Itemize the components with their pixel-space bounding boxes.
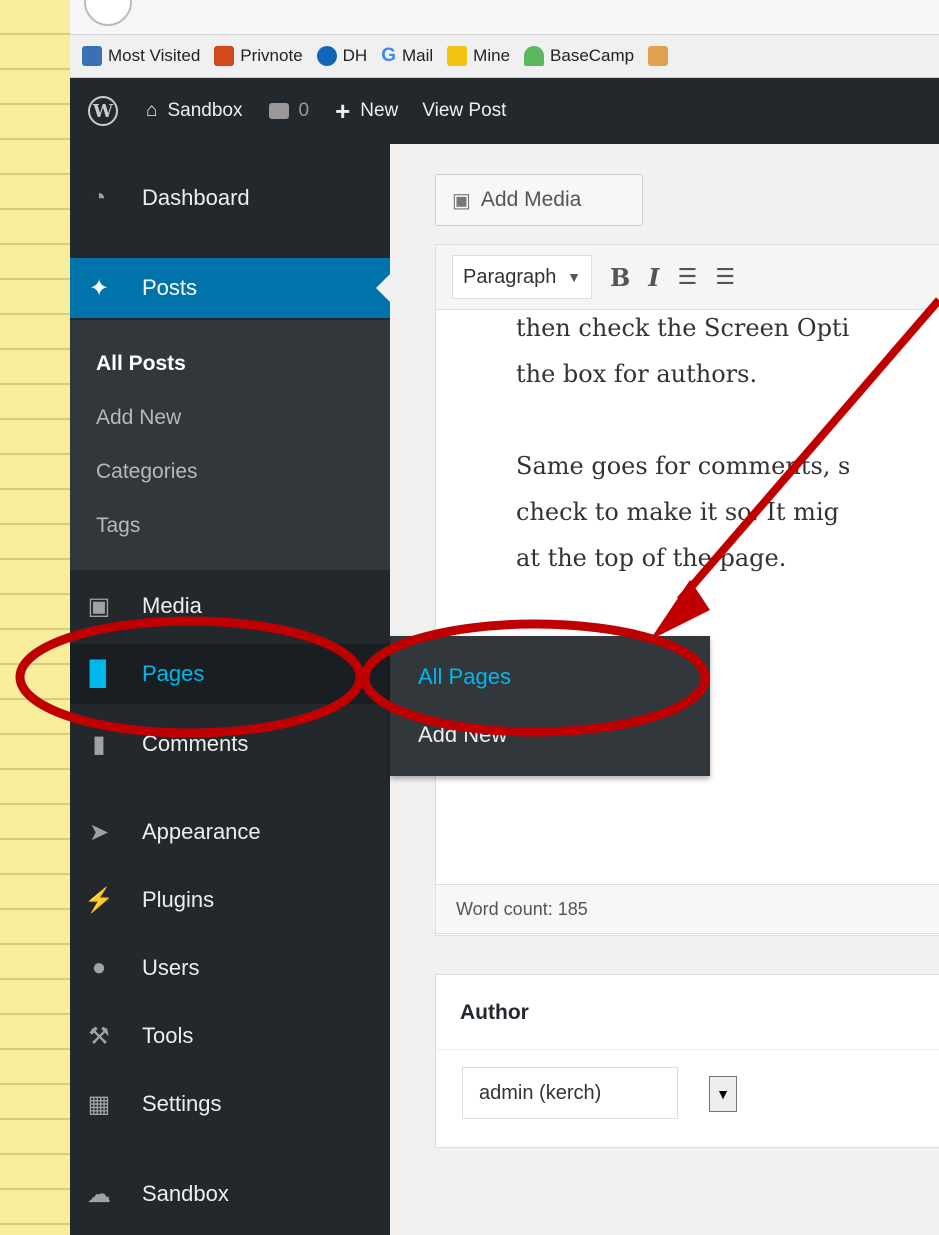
divider (436, 1049, 939, 1050)
flyout-all-pages[interactable]: All Pages (418, 664, 511, 690)
bookmark-mail[interactable]: G Mail (381, 45, 433, 67)
sidebar-item-dashboard[interactable]: ◔ Dashboard (70, 168, 390, 228)
chevron-down-icon[interactable]: ▼ (709, 1076, 737, 1112)
comments-menu[interactable]: 0 (268, 100, 309, 122)
submenu-add-new-post[interactable]: Add New (96, 406, 181, 430)
editor-line: the box for authors. (516, 360, 758, 388)
bold-button[interactable]: B (610, 263, 630, 292)
view-post-link[interactable]: View Post (422, 100, 506, 122)
sidebar-item-sandbox[interactable]: ☁ Sandbox (70, 1164, 390, 1224)
editor-line: Same goes for comments, s (516, 452, 851, 480)
editor-content[interactable]: then check the Screen Opti the box for a… (516, 305, 939, 627)
submenu-tags[interactable]: Tags (96, 514, 140, 538)
word-count-bar: Word count: 185 (435, 884, 939, 934)
pages-flyout-menu: All Pages Add New (390, 636, 710, 776)
media-icon: ▣ (87, 592, 111, 620)
plug-icon: ⚡ (84, 886, 114, 914)
site-name-menu[interactable]: ⌂ Sandbox (146, 100, 243, 122)
editor-line: then check the Screen Opti (516, 314, 850, 342)
editor-toolbar: Paragraph ▼ B I ☰ ☰ (436, 245, 939, 310)
submenu-categories[interactable]: Categories (96, 460, 198, 484)
most-visited-icon (82, 46, 102, 66)
dashboard-icon: ◔ (91, 184, 107, 211)
dh-moon-icon (316, 46, 337, 66)
screenshot-frame: Most Visited Privnote DH G Mail Mine Bas… (70, 0, 939, 1235)
admin-sidebar: ◔ Dashboard ✦ Posts All Posts Add New Ca… (70, 144, 390, 1235)
bookmark-dh[interactable]: DH (316, 46, 367, 66)
sidebar-item-pages[interactable]: ▉ Pages (70, 644, 390, 704)
sidebar-item-tools[interactable]: ⚒ Tools (70, 1006, 390, 1066)
user-icon: ● (91, 954, 107, 981)
bookmark-extra-icon (648, 46, 669, 66)
bullet-list-icon[interactable]: ☰ (678, 265, 698, 290)
format-select[interactable]: Paragraph ▼ (452, 255, 592, 299)
cloud-icon: ☁ (87, 1180, 111, 1208)
comment-bubble-icon (268, 103, 289, 119)
author-box-title: Author (460, 1001, 529, 1024)
italic-button[interactable]: I (648, 263, 659, 292)
bookmark-mine[interactable]: Mine (447, 46, 510, 66)
word-count: Word count: 185 (456, 898, 588, 919)
editor-line: check to make it so. It mig (516, 498, 839, 526)
wp-admin-bar: W ⌂ Sandbox 0 + New View Post (70, 78, 939, 144)
posts-submenu: All Posts Add New Categories Tags (70, 320, 390, 570)
add-media-button[interactable]: ▣ Add Media (435, 174, 643, 226)
browser-button[interactable] (84, 0, 132, 26)
author-metabox: Author admin (kerch) ▼ (435, 974, 939, 1148)
wordpress-logo-menu[interactable]: W (88, 96, 118, 126)
wordpress-logo-icon: W (88, 96, 118, 126)
settings-icon: ▦ (87, 1090, 111, 1118)
numbered-list-icon[interactable]: ☰ (715, 265, 735, 290)
sidebar-item-settings[interactable]: ▦ Settings (70, 1074, 390, 1134)
browser-tab-strip (70, 0, 939, 35)
bookmark-most-visited[interactable]: Most Visited (82, 46, 200, 66)
editor-line: at the top of the page. (516, 544, 787, 572)
paintbrush-icon: ➤ (88, 818, 110, 846)
submenu-all-posts[interactable]: All Posts (96, 352, 186, 376)
pushpin-icon: ✦ (88, 274, 110, 302)
new-content-menu[interactable]: + New (335, 96, 398, 127)
home-icon: ⌂ (146, 100, 158, 121)
chevron-down-icon: ▼ (567, 269, 581, 285)
comment-icon: ▮ (92, 730, 106, 758)
sidebar-item-comments[interactable]: ▮ Comments (70, 714, 390, 774)
flyout-add-new-page[interactable]: Add New (418, 722, 507, 748)
sidebar-item-posts[interactable]: ✦ Posts (70, 258, 390, 318)
sidebar-item-users[interactable]: ● Users (70, 938, 390, 998)
current-menu-arrow (376, 274, 390, 302)
bookmark-basecamp[interactable]: BaseCamp (524, 46, 634, 66)
pages-icon: ▉ (89, 660, 109, 688)
sidebar-item-appearance[interactable]: ➤ Appearance (70, 802, 390, 862)
basecamp-mountain-icon (524, 46, 545, 66)
wrench-icon: ⚒ (88, 1022, 110, 1050)
bookmarks-toolbar: Most Visited Privnote DH G Mail Mine Bas… (70, 35, 939, 78)
bookmark-privnote[interactable]: Privnote (214, 46, 303, 66)
author-select[interactable]: admin (kerch) ▼ (462, 1067, 737, 1119)
folder-icon (447, 46, 468, 66)
privnote-lock-icon (214, 46, 235, 66)
bookmark-extra[interactable] (648, 46, 669, 66)
sidebar-item-plugins[interactable]: ⚡ Plugins (70, 870, 390, 930)
tinymce-editor[interactable]: then check the Screen Opti the box for a… (435, 244, 939, 936)
google-g-icon: G (381, 45, 396, 66)
media-icon: ▣ (452, 189, 471, 212)
sidebar-item-media[interactable]: ▣ Media (70, 576, 390, 636)
plus-icon: + (335, 95, 351, 126)
